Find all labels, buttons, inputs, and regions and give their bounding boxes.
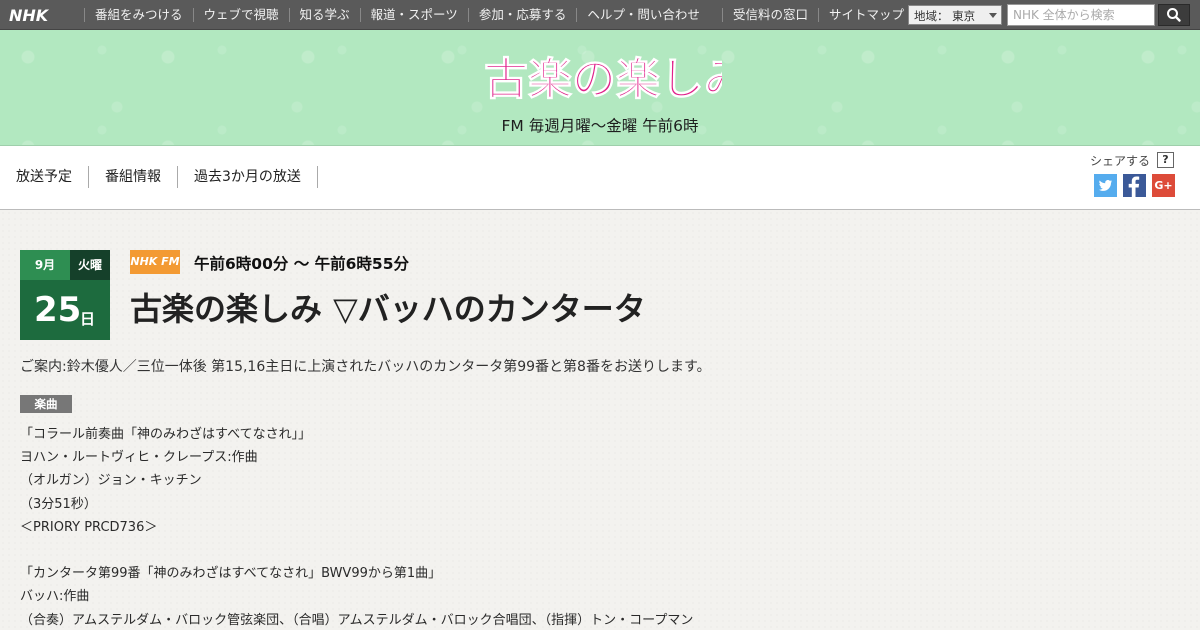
date-day: 25 日 [20,280,110,340]
chevron-down-icon [989,13,997,18]
nhk-logo[interactable]: NHK [9,7,65,23]
google-plus-icon: G+ [1154,179,1173,192]
episode-detail: 9月 火曜 25 日 NHK FM 午前6時00分 ～ 午前6時55分 古楽の楽… [0,210,1200,630]
search-input[interactable] [1007,4,1155,26]
episode-guide: ご案内:鈴木優人／三位一体後 第15,16主日に上演されたバッハのカンタータ第9… [20,359,711,375]
date-day-unit: 日 [80,310,96,328]
tab-schedule[interactable]: 放送予定 [0,166,89,188]
track-line: 「カンタータ第99番「神のみわざはすべてなされ」BWV99から第1曲」 [20,566,442,582]
air-time: 午前6時00分 ～ 午前6時55分 [194,255,410,273]
track-line: （オルガン）ジョン・キッチン [20,473,202,489]
global-header: NHK 番組をみつける ウェブで視聴 知る学ぶ 報道・スポーツ 参加・応募する … [0,0,1200,30]
global-nav: 番組をみつける ウェブで視聴 知る学ぶ 報道・スポーツ 参加・応募する ヘルプ・… [84,0,710,30]
nav-learn[interactable]: 知る学ぶ [288,8,360,22]
svg-text:古楽の楽しみ: 古楽の楽しみ [484,54,722,105]
facebook-icon [1128,176,1140,197]
date-month: 9月 [20,250,70,280]
nhk-fm-badge: NHK FM [130,250,180,274]
date-day-number: 25 [34,290,82,330]
broadcast-schedule: FM 毎週月曜～金曜 午前6時 [501,117,699,135]
share-label: シェアする [1090,154,1151,168]
global-nav-right: 受信料の窓口 サイトマップ [722,0,914,30]
track-line: （3分51秒） [20,496,97,512]
track-line: バッハ:作曲 [20,589,90,605]
track-line: ＜PRIORY PRCD736＞ [20,519,158,535]
tab-past-broadcasts[interactable]: 過去3か月の放送 [178,166,318,188]
program-banner: 古楽の楽しみ FM 毎週月曜～金曜 午前6時 [0,30,1200,146]
program-subnav: 放送予定 番組情報 過去3か月の放送 シェアする ? G+ [0,146,1200,210]
date-weekday: 火曜 [70,250,110,280]
nav-news-sports[interactable]: 報道・スポーツ [359,8,468,22]
google-plus-share-button[interactable]: G+ [1152,174,1175,197]
nav-participate[interactable]: 参加・応募する [467,8,577,22]
tab-program-info[interactable]: 番組情報 [89,166,178,188]
track-line: ヨハン・ルートヴィヒ・クレープス:作曲 [20,450,258,466]
episode-title: 古楽の楽しみ ▽バッハのカンタータ [130,290,646,328]
nav-find-programs[interactable]: 番組をみつける [84,8,193,22]
music-section-label: 楽曲 [20,395,72,413]
region-value: 地域： 東京 [914,9,976,23]
region-select[interactable]: 地域： 東京 [908,5,1002,25]
twitter-share-button[interactable] [1094,174,1117,197]
nav-help[interactable]: ヘルプ・問い合わせ [576,8,710,22]
facebook-share-button[interactable] [1123,174,1146,197]
search-button[interactable] [1158,4,1190,26]
program-tabs: 放送予定 番組情報 過去3か月の放送 [0,166,318,188]
nav-watch-web[interactable]: ウェブで視聴 [192,8,289,22]
share-help-button[interactable]: ? [1157,152,1174,168]
nav-reception-fee[interactable]: 受信料の窓口 [722,8,818,22]
track-line: 「コラール前奏曲「神のみわざはすべてなされ」」 [20,427,312,442]
svg-text:NHK: NHK [9,7,50,23]
twitter-icon [1099,180,1112,191]
search-icon [1167,8,1181,22]
track-line [20,539,693,562]
track-list: 「コラール前奏曲「神のみわざはすべてなされ」」 ヨハン・ルートヴィヒ・クレープス… [20,423,693,630]
track-line: （合奏）アムステルダム・バロック管弦楽団、（合唱）アムステルダム・バロック合唱団… [20,612,694,628]
nav-sitemap[interactable]: サイトマップ [818,8,914,22]
program-logo[interactable]: 古楽の楽しみ [482,40,723,110]
